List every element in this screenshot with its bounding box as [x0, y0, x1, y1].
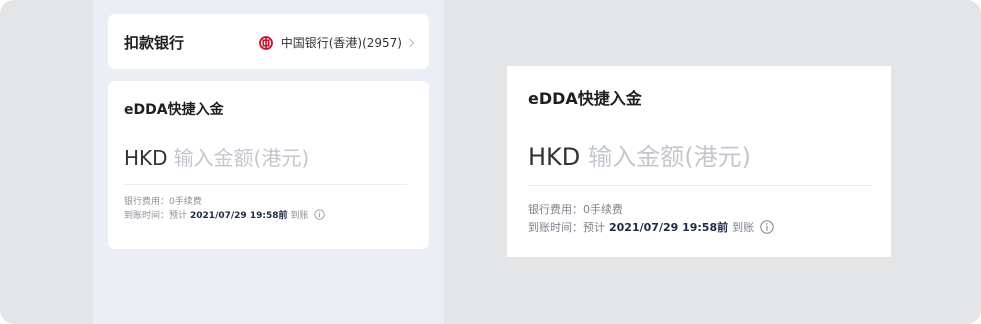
arrival-suffix: 到账	[732, 221, 755, 234]
arrival-prefix: 到账时间：预计	[124, 211, 188, 221]
boc-logo-icon	[258, 35, 273, 50]
selected-bank[interactable]: 中国银行(香港)(2957)	[258, 34, 415, 51]
arrival-time: 2021/07/29 19:58前	[190, 211, 288, 221]
amount-placeholder[interactable]: 输入金额(港元)	[174, 142, 310, 171]
edda-card-zoomed: eDDA快捷入金 HKD 输入金额(港元) 银行费用：0手续费 到账时间：预计 …	[507, 66, 891, 257]
phone-screen: 扣款银行 中国银行(香港)(2957) eDDA快捷入金 HKD 输入金额(港元…	[93, 0, 444, 324]
edda-card: eDDA快捷入金 HKD 输入金额(港元) 银行费用：0手续费 到账时间：预计 …	[108, 81, 429, 249]
amount-input[interactable]: HKD 输入金额(港元)	[528, 137, 751, 172]
amount-input[interactable]: HKD 输入金额(港元)	[124, 142, 309, 171]
bank-fee-text: 银行费用：0手续费	[528, 203, 623, 216]
bank-fee-text: 银行费用：0手续费	[124, 197, 202, 207]
arrival-time-row: 到账时间：预计 2021/07/29 19:58前 到账	[528, 219, 774, 235]
divider	[124, 184, 407, 185]
divider	[528, 185, 873, 186]
debit-bank-label: 扣款银行	[124, 34, 185, 52]
edda-title: eDDA快捷入金	[124, 102, 224, 118]
selected-bank-name: 中国银行(香港)(2957)	[280, 36, 402, 50]
chevron-right-icon	[409, 38, 415, 47]
amount-placeholder[interactable]: 输入金额(港元)	[588, 137, 751, 172]
arrival-time-row: 到账时间：预计 2021/07/29 19:58前 到账	[124, 208, 325, 221]
currency-label: HKD	[528, 143, 581, 171]
arrival-time: 2021/07/29 19:58前	[609, 221, 729, 234]
edda-title: eDDA快捷入金	[528, 89, 642, 108]
info-circle-icon[interactable]	[313, 209, 325, 220]
info-circle-icon[interactable]	[760, 220, 774, 234]
screenshot-frame: 扣款银行 中国银行(香港)(2957) eDDA快捷入金 HKD 输入金额(港元…	[0, 0, 981, 324]
debit-bank-row[interactable]: 扣款银行 中国银行(香港)(2957)	[108, 14, 429, 69]
arrival-suffix: 到账	[290, 211, 309, 221]
currency-label: HKD	[124, 146, 168, 170]
arrival-prefix: 到账时间：预计	[528, 221, 605, 234]
